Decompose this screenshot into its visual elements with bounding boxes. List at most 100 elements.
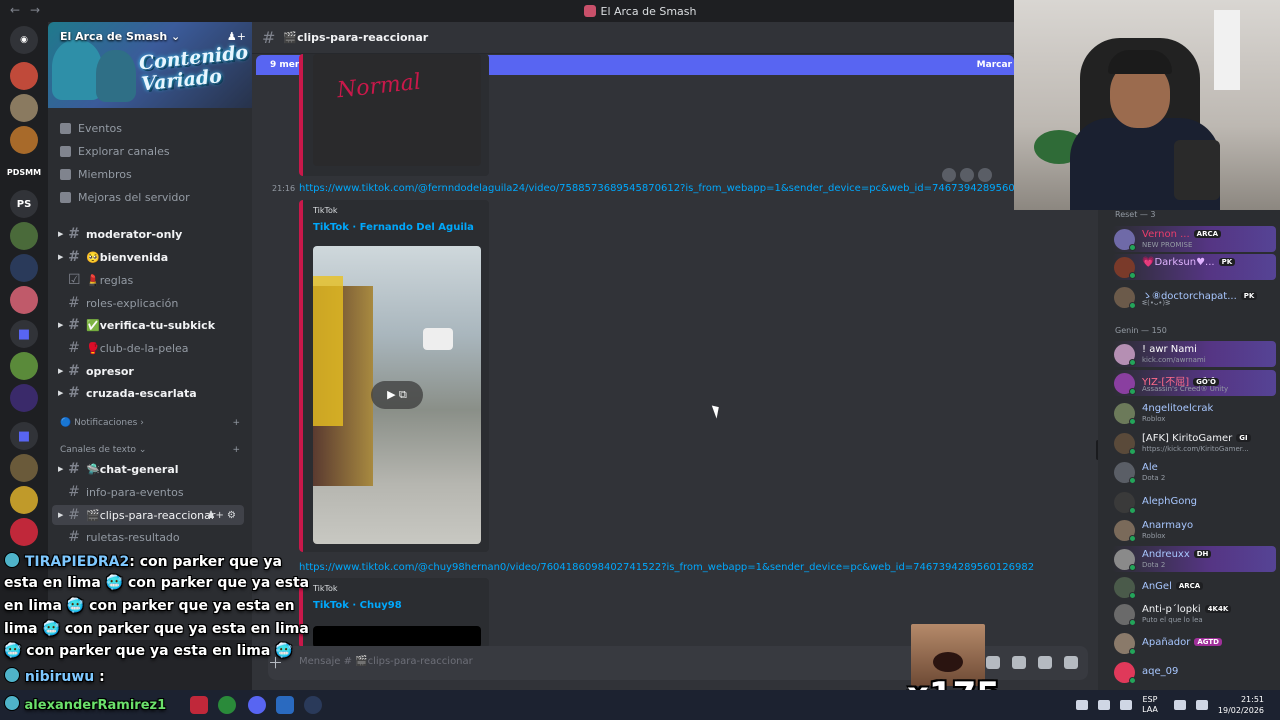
mark-read-button[interactable]: Marcar <box>977 60 1014 70</box>
channel-item[interactable]: ▶ # moderator-only <box>52 224 244 244</box>
member-row[interactable]: AnGel ARCA <box>1112 574 1276 600</box>
message-list[interactable]: 9 mensajes nuevos desde 9:46 p.m. Marcar… <box>252 54 1098 690</box>
message-link[interactable]: https://www.tiktok.com/@fernndodelaguila… <box>299 183 1053 194</box>
server-icon[interactable] <box>10 352 38 380</box>
clock[interactable]: 21:51 19/02/2026 <box>1218 694 1264 716</box>
member-row[interactable]: 💗Darksun♥... PK <box>1112 254 1276 280</box>
member-row[interactable]: Ale Dota 2 <box>1112 459 1276 485</box>
hash-icon: # <box>68 295 80 311</box>
embed-title-link[interactable]: TikTok · Fernando Del Aguila <box>313 222 474 233</box>
video-thumbnail[interactable]: ▶ ⧉ <box>313 246 481 544</box>
member-row[interactable]: ゝ⑧doctorchapat... PK ᓬ(•ᴗ•)ᕒ <box>1112 284 1276 310</box>
wall-poster <box>1214 10 1240 90</box>
server-pdsmm[interactable]: PDSMM <box>7 158 41 186</box>
channel-item[interactable]: ▶ # 🥺bienvenida <box>52 247 244 267</box>
heart-server-icon[interactable] <box>10 518 38 546</box>
apps-icon[interactable] <box>1064 656 1078 669</box>
channel-item[interactable]: ☑ 💄reglas <box>52 270 244 290</box>
hash-icon: # <box>68 317 80 333</box>
member-row[interactable]: 4ngelitoelcrak Roblox <box>1112 400 1276 426</box>
video-thumbnail[interactable] <box>313 626 481 648</box>
menu-events[interactable]: Eventos <box>60 122 122 135</box>
member-row[interactable]: Apañador AGTD <box>1112 630 1276 656</box>
server-icon[interactable] <box>10 126 38 154</box>
network-icon[interactable] <box>1098 700 1111 710</box>
channel-item[interactable]: # info-para-eventos <box>52 482 244 502</box>
thumbnail-text: Normal <box>335 69 423 104</box>
text-channels-category[interactable]: Canales de texto ⌄ + <box>60 445 240 455</box>
banner-text: Contenido Variado <box>137 41 250 96</box>
mic-icon[interactable] <box>1120 700 1133 710</box>
discord-home-icon[interactable]: ◉ <box>10 26 38 54</box>
message-link[interactable]: https://www.tiktok.com/@chuy98hernan0/vi… <box>299 562 1034 573</box>
hash-icon: # <box>68 529 80 545</box>
folder-icon[interactable]: ■ <box>10 320 38 348</box>
caret-icon: ▶ <box>58 511 64 519</box>
chrome-icon[interactable] <box>218 696 236 714</box>
member-row[interactable]: Vernon ... ARCA NEW PROMISE <box>1112 226 1276 252</box>
server-icon[interactable] <box>10 486 38 514</box>
app-icon[interactable] <box>190 696 208 714</box>
server-ps[interactable]: PS <box>10 190 38 218</box>
play-button[interactable]: ▶ ⧉ <box>371 381 423 409</box>
channel-item[interactable]: # ruletas-resultado <box>52 527 244 547</box>
server-icon[interactable] <box>10 454 38 482</box>
language-indicator[interactable]: ESP LAA <box>1142 695 1158 715</box>
channel-item[interactable]: ▶ # opresor <box>52 361 244 381</box>
add-channel-icon[interactable]: + <box>232 445 240 455</box>
channel-item-active[interactable]: ▶ # 🎬clips-para-reaccionar ♟+ ⚙ <box>52 505 244 525</box>
tray-icon[interactable] <box>1076 700 1089 710</box>
channel-item[interactable]: ▶ # cruzada-escarlata <box>52 383 244 403</box>
message-timestamp: 21:16 <box>272 184 296 193</box>
message-input[interactable]: Mensaje # 🎬clips-para-reaccionar <box>299 656 473 667</box>
volume-icon[interactable] <box>1195 700 1208 710</box>
display-icon[interactable] <box>1173 700 1186 710</box>
message-reactions[interactable] <box>942 168 992 182</box>
overlay-chat-line: esta en lima 🥶 con parker que ya esta <box>4 575 310 591</box>
hash-icon: # <box>68 461 80 477</box>
steam-icon[interactable] <box>304 696 322 714</box>
server-icon[interactable] <box>10 94 38 122</box>
app-icon[interactable] <box>276 696 294 714</box>
server-icon[interactable] <box>10 254 38 282</box>
member-row[interactable]: Anarmayo Roblox <box>1112 517 1276 543</box>
channel-title: 🎬clips-para-reaccionar <box>283 31 429 44</box>
embed-title-link[interactable]: TikTok · Chuy98 <box>313 600 402 611</box>
member-row[interactable]: AlephGong <box>1112 489 1276 515</box>
embed-provider: TikTok <box>313 584 338 593</box>
channel-item[interactable]: ▶ # ✅verifica-tu-subkick <box>52 315 244 335</box>
channel-item[interactable]: # roles-explicación <box>52 293 244 313</box>
folder-icon[interactable]: ■ <box>10 422 38 450</box>
overlay-chat-line: alexanderRamirez1 <box>4 695 166 713</box>
server-icon[interactable] <box>10 286 38 314</box>
sticker-icon[interactable] <box>1012 656 1026 669</box>
channel-settings-icons[interactable]: ♟+ ⚙ <box>207 510 237 521</box>
member-row[interactable]: Anti-p´lopki 4K4K Puto el que lo lea <box>1112 601 1276 627</box>
server-icon[interactable] <box>10 222 38 250</box>
video-thumbnail[interactable]: Normal <box>313 54 481 166</box>
gif-icon[interactable] <box>986 656 1000 669</box>
member-row[interactable]: [AFK] KiritoGamer GI https://kick.com/Kiri… <box>1112 430 1276 456</box>
server-icon[interactable] <box>10 62 38 90</box>
overlay-chat-line: 🥶 con parker que ya esta en lima 🥶 <box>4 643 293 659</box>
member-row[interactable]: ! awr Nami kick.com/awrnami <box>1112 341 1276 367</box>
member-row[interactable]: Andreuxx DH Dota 2 <box>1112 546 1276 572</box>
add-icon[interactable]: + <box>232 418 240 428</box>
server-icon[interactable] <box>10 384 38 412</box>
hash-icon: # <box>68 484 80 500</box>
tiktok-embed: TikTok TikTok · Chuy98 <box>299 578 489 648</box>
discord-icon[interactable] <box>248 696 266 714</box>
nav-arrows[interactable]: ←→ <box>10 3 50 17</box>
member-row[interactable]: aqe_09 <box>1112 659 1276 685</box>
menu-browse-channels[interactable]: Explorar canales <box>60 145 170 158</box>
channel-item[interactable]: ▶ # 🛸chat-general <box>52 459 244 479</box>
member-row[interactable]: YIZ-[不屈] GÖ'Ö Assassin's Creed® Unity <box>1112 370 1276 396</box>
emote-icon <box>4 695 20 711</box>
notifications-category[interactable]: 🔵 Notificaciones › + <box>60 418 240 428</box>
menu-members[interactable]: Miembros <box>60 168 132 181</box>
server-banner[interactable]: El Arca de Smash ⌄ ♟+ Contenido Variado <box>48 22 252 108</box>
menu-server-boosts[interactable]: Mejoras del servidor <box>60 191 190 204</box>
emoji-icon[interactable] <box>1038 656 1052 669</box>
server-name[interactable]: El Arca de Smash ⌄ <box>60 30 180 43</box>
channel-item[interactable]: # 🥊club-de-la-pelea <box>52 338 244 358</box>
